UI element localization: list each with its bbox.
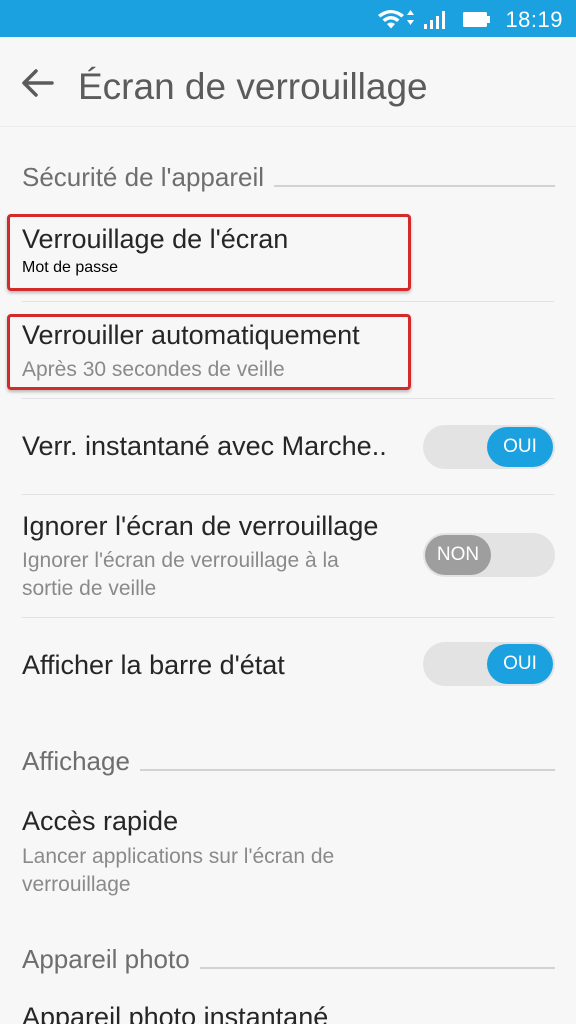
status-icons [378,10,490,29]
section-label: Affichage [22,746,130,776]
setting-quick-access[interactable]: Accès rapide Lancer applications sur l'é… [0,792,576,922]
toggle-knob: OUI [487,427,553,467]
highlight-box-screen-lock [7,214,411,291]
settings-list: Sécurité de l'appareil Verrouillage de l… [0,128,576,1024]
setting-title: Verr. instantané avec Marche.. [22,431,387,461]
skip-lock-toggle[interactable]: NON [423,533,555,577]
setting-skip-lock-screen[interactable]: Ignorer l'écran de verrouillage Ignorer … [0,495,576,617]
toggle-knob: NON [425,535,491,575]
instant-lock-toggle[interactable]: OUI [423,425,555,469]
setting-subtitle-line-1: Ignorer l'écran de verrouillage à la [22,549,339,572]
page-title: Écran de verrouillage [78,66,428,107]
setting-title: Accès rapide [22,806,179,836]
setting-subtitle-line-2: verrouillage [22,873,131,896]
status-bar-toggle[interactable]: OUI [423,642,555,686]
section-label: Appareil photo [22,944,190,974]
status-bar: 18:19 [0,0,576,37]
setting-show-status-bar[interactable]: Afficher la barre d'état OUI [0,618,576,714]
section-header-display: Affichage [22,746,555,777]
setting-subtitle-line-1: Lancer applications sur l'écran de [22,845,335,868]
section-header-device-security: Sécurité de l'appareil [22,162,555,193]
section-header-camera: Appareil photo [22,944,555,975]
app-bar: Écran de verrouillage [0,37,576,127]
section-divider [139,769,555,771]
setting-title: Afficher la barre d'état [22,650,285,680]
status-time: 18:19 [505,7,563,32]
section-divider [274,185,555,187]
highlight-box-auto-lock [7,314,411,390]
arrow-left-icon[interactable] [20,67,56,99]
toggle-knob: OUI [487,644,553,684]
setting-instant-camera[interactable]: Appareil photo instantané [0,990,576,1024]
setting-title: Appareil photo instantané [22,1002,329,1024]
wifi-icon [378,10,404,29]
setting-subtitle-line-2: sortie de veille [22,577,157,600]
battery-icon [463,12,490,27]
setting-instant-lock[interactable]: Verr. instantané avec Marche.. OUI [0,399,576,495]
signal-icon [424,11,445,29]
section-divider [199,967,555,969]
data-arrows-icon [407,10,414,25]
section-label: Sécurité de l'appareil [22,162,264,192]
setting-title: Ignorer l'écran de verrouillage [22,511,379,541]
